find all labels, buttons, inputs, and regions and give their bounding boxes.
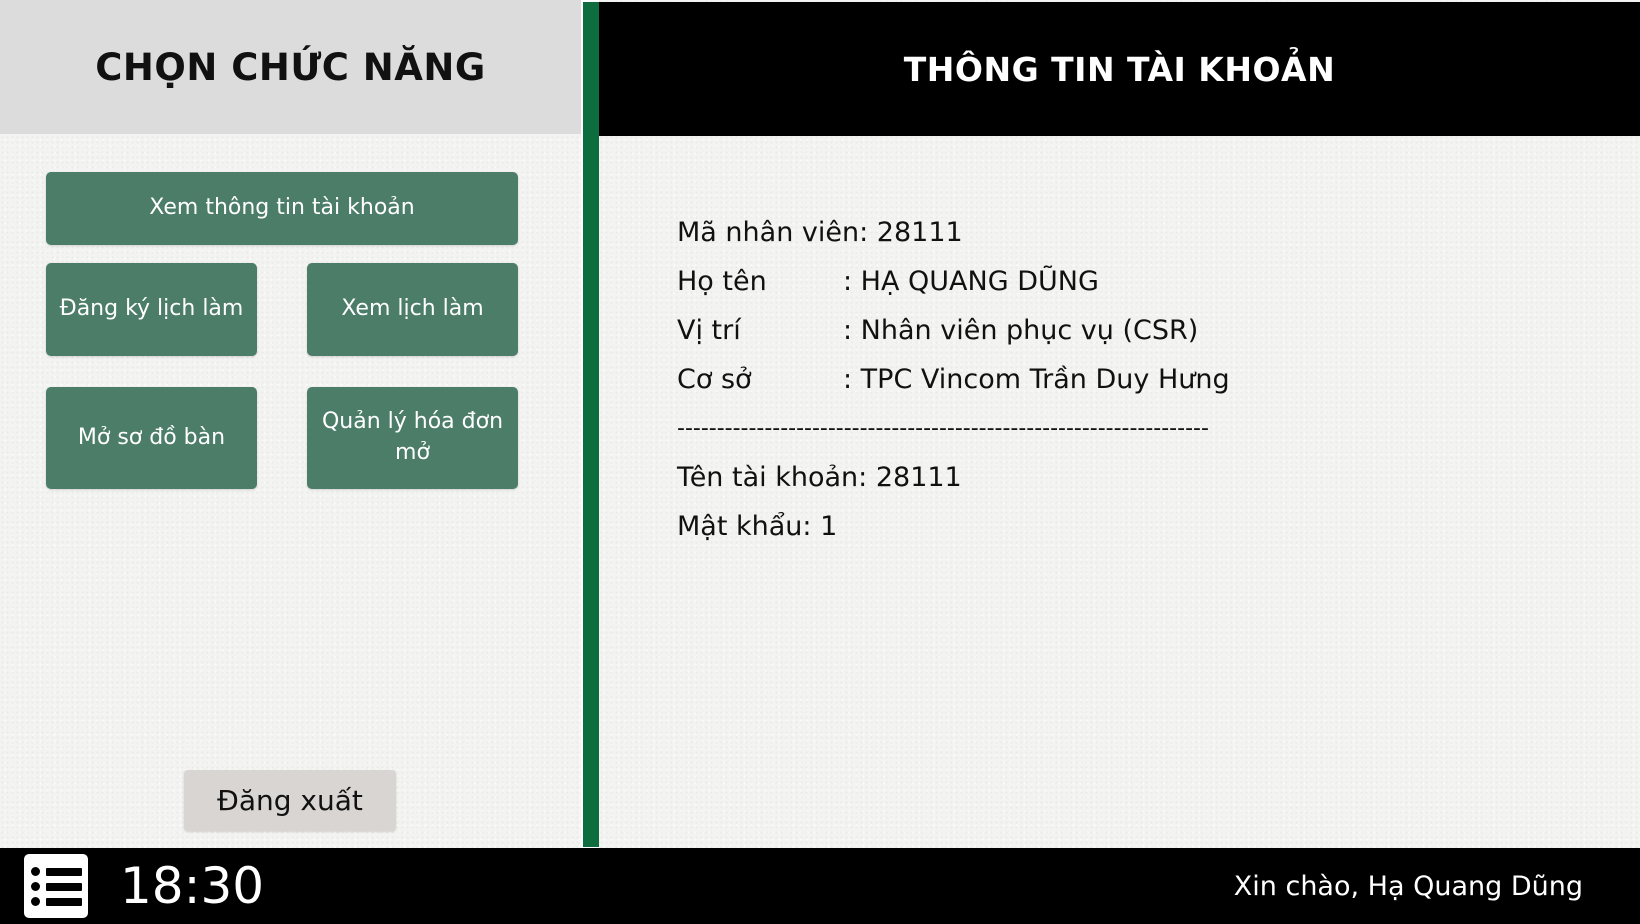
left-header: CHỌN CHỨC NĂNG — [0, 0, 581, 134]
password-value: 1 — [820, 511, 838, 542]
left-panel: CHỌN CHỨC NĂNG Xem thông tin tài khoản Đ… — [0, 0, 581, 848]
clock: 18:30 — [120, 857, 265, 915]
right-header: THÔNG TIN TÀI KHOẢN — [599, 2, 1640, 136]
position-label: Vị trí — [677, 315, 741, 346]
greeting-text: Xin chào, Hạ Quang Dũng — [1233, 870, 1583, 902]
password-label: Mật khẩu: — [677, 511, 812, 542]
menu-line — [46, 883, 82, 891]
branch-value: : TPC Vincom Trần Duy Hưng — [843, 364, 1230, 395]
view-account-button[interactable]: Xem thông tin tài khoản — [46, 172, 518, 245]
bottom-bar: 18:30 Xin chào, Hạ Quang Dũng — [0, 848, 1640, 924]
list-menu-icon[interactable] — [24, 854, 88, 918]
username-label: Tên tài khoản: — [677, 462, 868, 493]
menu-dot — [31, 882, 40, 891]
employee-id-row: Mã nhân viên: 28111 — [677, 208, 1230, 257]
right-panel: THÔNG TIN TÀI KHOẢN Mã nhân viên: 28111 … — [599, 0, 1640, 848]
view-schedule-button[interactable]: Xem lịch làm — [307, 263, 518, 356]
menu-dot — [31, 897, 40, 906]
username-value: 28111 — [875, 462, 962, 493]
username-row: Tên tài khoản: 28111 — [677, 453, 1230, 502]
account-info: Mã nhân viên: 28111 Họ tên : HẠ QUANG DŨN… — [677, 208, 1230, 551]
menu-dot — [31, 867, 40, 876]
register-schedule-button[interactable]: Đăng ký lịch làm — [46, 263, 257, 356]
full-name-label: Họ tên — [677, 266, 767, 297]
menu-line — [46, 898, 82, 906]
full-name-value: : HẠ QUANG DŨNG — [843, 266, 1099, 297]
separator-line: ----------------------------------------… — [677, 416, 1209, 441]
employee-id-label: Mã nhân viên: — [677, 217, 869, 248]
position-value: : Nhân viên phục vụ (CSR) — [843, 315, 1199, 346]
open-table-map-button[interactable]: Mở sơ đồ bàn — [46, 387, 257, 489]
password-row: Mật khẩu: 1 — [677, 502, 1230, 551]
position-row: Vị trí : Nhân viên phục vụ (CSR) — [677, 306, 1230, 355]
account-info-title: THÔNG TIN TÀI KHOẢN — [903, 49, 1336, 89]
manage-open-invoices-button[interactable]: Quản lý hóa đơn mở — [307, 387, 518, 489]
panel-divider — [583, 2, 599, 847]
function-title: CHỌN CHỨC NĂNG — [95, 45, 486, 89]
branch-label: Cơ sở — [677, 364, 752, 395]
menu-line — [46, 868, 82, 876]
branch-row: Cơ sở : TPC Vincom Trần Duy Hưng — [677, 355, 1230, 404]
logout-button[interactable]: Đăng xuất — [184, 770, 396, 831]
full-name-row: Họ tên : HẠ QUANG DŨNG — [677, 257, 1230, 306]
employee-id-value: 28111 — [876, 217, 963, 248]
